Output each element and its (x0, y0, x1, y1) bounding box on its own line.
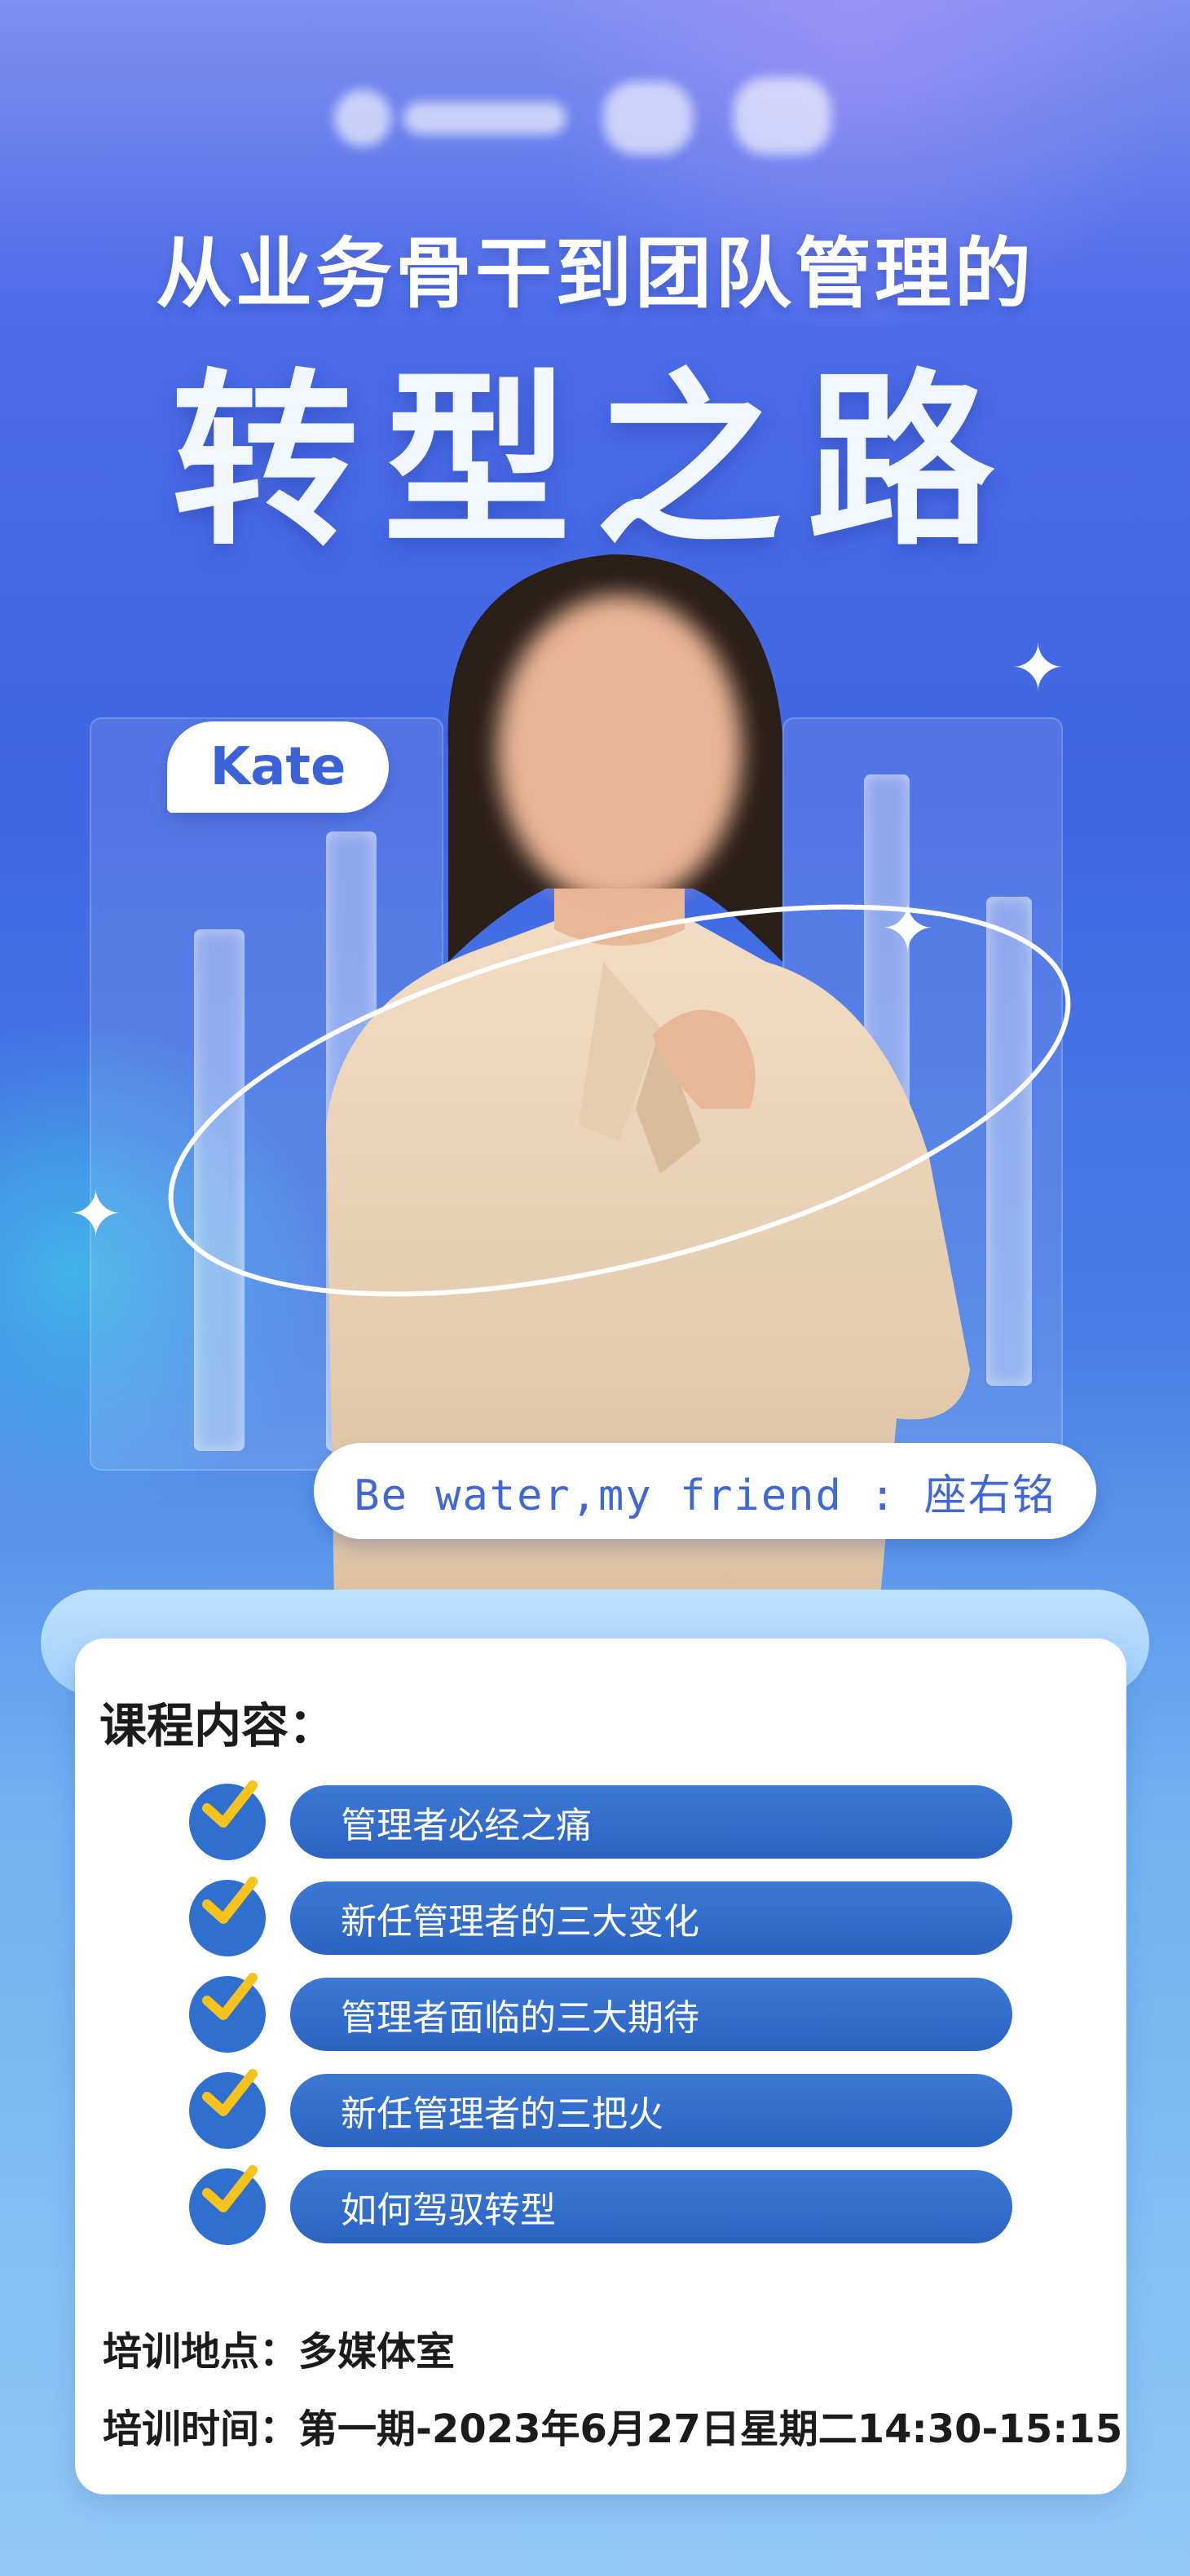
course-item: 新任管理者的三把火 (189, 2069, 1012, 2150)
logo-1 (334, 90, 391, 147)
logo-2 (603, 82, 693, 155)
course-heading: 课程内容： (99, 1698, 337, 1753)
sparkle-icon: ✦ (1011, 630, 1066, 706)
logo-3 (734, 77, 831, 155)
motto-banner: Be water,my friend : 座右铭 (314, 1443, 1096, 1539)
course-item-label: 新任管理者的三大变化 (290, 1881, 1012, 1955)
check-icon (189, 2165, 266, 2245)
poster: 从业务骨干到团队管理的 转型之路 ✦ ✦ ✦ Kate Be water,my … (0, 0, 1190, 2576)
course-item: 新任管理者的三大变化 (189, 1877, 1012, 1958)
course-item-label: 新任管理者的三把火 (290, 2074, 1012, 2147)
course-item: 管理者面临的三大期待 (189, 1973, 1012, 2054)
speaker-photo (326, 554, 970, 1598)
check-icon (189, 2069, 266, 2149)
course-item: 如何驾驭转型 (189, 2165, 1012, 2247)
check-icon (189, 1780, 266, 1860)
training-time: 培训时间：第一期-2023年6月27日星期二14:30-15:15 (103, 2406, 1123, 2452)
check-icon (189, 1973, 266, 2053)
sparkle-icon: ✦ (68, 1176, 124, 1252)
course-item: 管理者必经之痛 (189, 1780, 1012, 1862)
logo-1-text (403, 102, 566, 135)
training-location: 培训地点：多媒体室 (103, 2329, 456, 2375)
headline: 从业务骨干到团队管理的 (155, 230, 1034, 319)
decor-bar-1 (194, 929, 245, 1451)
course-item-label: 管理者面临的三大期待 (290, 1978, 1012, 2051)
speaker-name-tag: Kate (167, 721, 389, 813)
check-icon (189, 1877, 266, 1956)
sponsor-logos (326, 65, 864, 163)
course-item-label: 如何驾驭转型 (290, 2170, 1012, 2243)
course-card: 课程内容： 管理者必经之痛 新任管理者的三大变化 管理者面临的三大期待 新任管理… (75, 1639, 1126, 2494)
course-item-label: 管理者必经之痛 (290, 1785, 1012, 1859)
